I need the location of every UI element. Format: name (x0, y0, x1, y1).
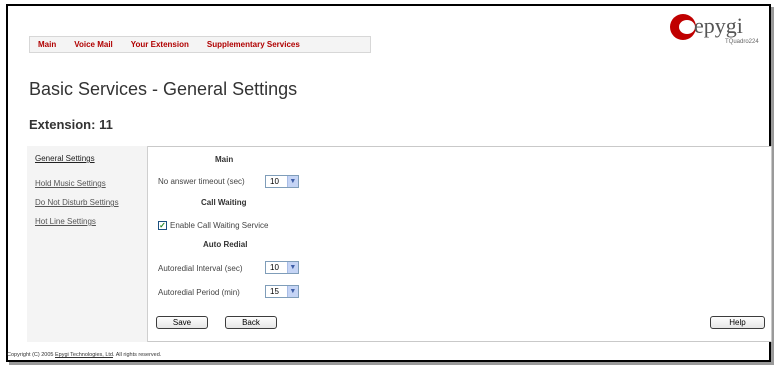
call-waiting-checkbox-label: Enable Call Waiting Service (170, 221, 269, 230)
autoredial-period-select[interactable]: 15 ▼ (265, 285, 299, 298)
autoredial-interval-value: 10 (270, 263, 279, 272)
no-answer-timeout-label: No answer timeout (sec) (158, 177, 245, 186)
chevron-down-icon: ▼ (286, 286, 298, 297)
back-button[interactable]: Back (225, 316, 277, 329)
help-button[interactable]: Help (710, 316, 765, 329)
copyright-suffix: . All rights reserved. (113, 352, 162, 358)
epygi-swirl-logo-icon (670, 14, 696, 40)
autoredial-interval-select[interactable]: 10 ▼ (265, 261, 299, 274)
copyright-prefix: Copyright (C) 2005 (7, 352, 55, 358)
main-section-title: Main (215, 155, 234, 164)
epygi-logo: epygi TQuadro224 (670, 13, 770, 45)
autoredial-period-label: Autoredial Period (min) (158, 288, 240, 297)
nav-supplementary-services[interactable]: Supplementary Services (207, 40, 300, 49)
call-waiting-section-title: Call Waiting (201, 198, 247, 207)
no-answer-timeout-value: 10 (270, 177, 279, 186)
nav-main[interactable]: Main (38, 40, 56, 49)
chevron-down-icon: ▼ (286, 176, 298, 187)
sidebar-item-general-settings[interactable]: General Settings (35, 154, 95, 163)
auto-redial-section-title: Auto Redial (203, 240, 248, 249)
nav-your-extension[interactable]: Your Extension (131, 40, 189, 49)
copyright-footer: Copyright (C) 2005 Epygi Technologies, L… (7, 352, 161, 358)
sidebar: General Settings Hold Music Settings Do … (27, 146, 148, 342)
extension-subtitle: Extension: 11 (29, 117, 113, 132)
sidebar-item-hot-line-settings[interactable]: Hot Line Settings (35, 217, 96, 226)
top-nav: Main Voice Mail Your Extension Supplemen… (29, 36, 371, 53)
sidebar-item-hold-music-settings[interactable]: Hold Music Settings (35, 179, 106, 188)
logo-model: TQuadro224 (725, 39, 759, 45)
chevron-down-icon: ▼ (286, 262, 298, 273)
autoredial-period-value: 15 (270, 287, 279, 296)
save-button[interactable]: Save (156, 316, 208, 329)
call-waiting-checkbox[interactable]: ✓ (158, 221, 167, 230)
epygi-link[interactable]: Epygi Technologies, Ltd (55, 352, 113, 358)
logo-brand: epygi (694, 13, 743, 38)
sidebar-item-do-not-disturb-settings[interactable]: Do Not Disturb Settings (35, 198, 119, 207)
no-answer-timeout-select[interactable]: 10 ▼ (265, 175, 299, 188)
nav-voice-mail[interactable]: Voice Mail (74, 40, 113, 49)
autoredial-interval-label: Autoredial Interval (sec) (158, 264, 243, 273)
page-title: Basic Services - General Settings (29, 79, 298, 99)
